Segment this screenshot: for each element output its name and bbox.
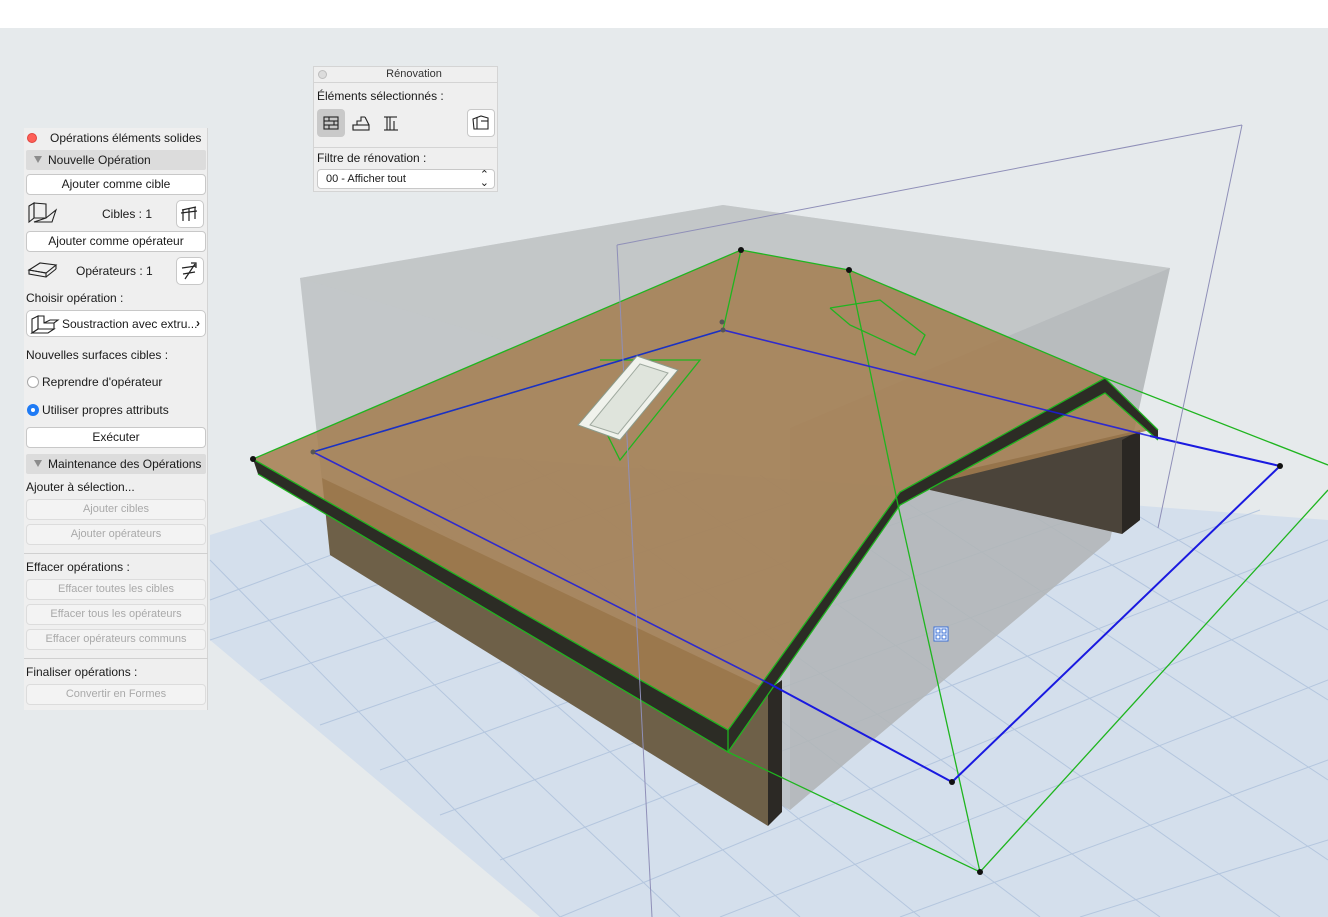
updown-chevron-icon: ⌃ ⌄ [479, 169, 489, 189]
finalize-operations-label: Finaliser opérations : [26, 665, 138, 679]
renovation-title: Rénovation [386, 68, 442, 80]
add-target-button[interactable]: Ajouter comme cible [26, 174, 206, 195]
radio-use-own-attributes[interactable] [27, 404, 39, 416]
delete-all-operators-button[interactable]: Effacer tous les opérateurs [26, 604, 206, 625]
delete-all-targets-button[interactable]: Effacer toutes les cibles [26, 579, 206, 600]
targets-count: Cibles : 1 [102, 207, 153, 221]
choose-operation-label: Choisir opération : [26, 291, 124, 305]
section-title: Nouvelle Opération [48, 153, 151, 167]
disclosure-triangle-icon [34, 460, 42, 467]
new-operation-section[interactable]: Nouvelle Opération [26, 150, 206, 170]
add-targets-button[interactable]: Ajouter cibles [26, 499, 206, 520]
subtract-extrusion-icon [30, 313, 60, 335]
divider [314, 147, 497, 148]
section-title: Maintenance des Opérations [48, 457, 202, 471]
pick-operator-icon[interactable] [176, 257, 204, 285]
selected-elements-label: Éléments sélectionnés : [317, 89, 444, 103]
object-hotspot-icon[interactable] [933, 626, 949, 642]
renovation-palette: Rénovation Éléments sélectionnés : Filtr… [313, 66, 498, 192]
renovation-filter-select[interactable]: 00 - Afficher tout ⌃ ⌄ [317, 169, 495, 189]
palette-title: Opérations éléments solides [50, 131, 202, 145]
beam-icon[interactable] [377, 109, 405, 137]
disclosure-triangle-icon [34, 156, 42, 163]
maintenance-section[interactable]: Maintenance des Opérations [26, 454, 206, 474]
divider [24, 658, 208, 659]
add-operators-button[interactable]: Ajouter opérateurs [26, 524, 206, 545]
renovation-title-bar: Rénovation [314, 67, 497, 83]
execute-button[interactable]: Exécuter [26, 427, 206, 448]
operation-select[interactable]: Soustraction avec extru... › [26, 310, 206, 337]
operation-value: Soustraction avec extru... [62, 317, 198, 331]
new-surfaces-label: Nouvelles surfaces cibles : [26, 348, 169, 362]
solid-operations-palette: Opérations éléments solides Nouvelle Opé… [24, 128, 208, 710]
operators-count: Opérateurs : 1 [76, 264, 153, 278]
divider [24, 553, 208, 554]
stair-icon[interactable] [347, 109, 375, 137]
delete-operations-label: Effacer opérations : [26, 560, 130, 574]
chevron-right-icon: › [196, 316, 200, 330]
delete-common-operators-button[interactable]: Effacer opérateurs communs [26, 629, 206, 650]
target-element-icon [26, 200, 58, 226]
convert-to-morphs-button[interactable]: Convertir en Formes [26, 684, 206, 705]
renovation-settings-icon[interactable] [467, 109, 495, 137]
top-bar [0, 0, 1328, 28]
add-to-selection-label: Ajouter à sélection... [26, 480, 135, 494]
palette-title-bar: Opérations éléments solides [24, 128, 208, 148]
wall-icon[interactable] [317, 109, 345, 137]
radio-take-from-operator[interactable] [27, 376, 39, 388]
add-operator-button[interactable]: Ajouter comme opérateur [26, 231, 206, 252]
radio-take-from-operator-label: Reprendre d'opérateur [42, 375, 163, 389]
renovation-filter-label: Filtre de rénovation : [317, 151, 427, 165]
close-button[interactable] [27, 133, 37, 143]
operator-element-icon [26, 257, 58, 283]
renovation-filter-value: 00 - Afficher tout [326, 173, 406, 185]
pick-target-icon[interactable] [176, 200, 204, 228]
radio-use-own-attributes-label: Utiliser propres attributs [42, 403, 169, 417]
